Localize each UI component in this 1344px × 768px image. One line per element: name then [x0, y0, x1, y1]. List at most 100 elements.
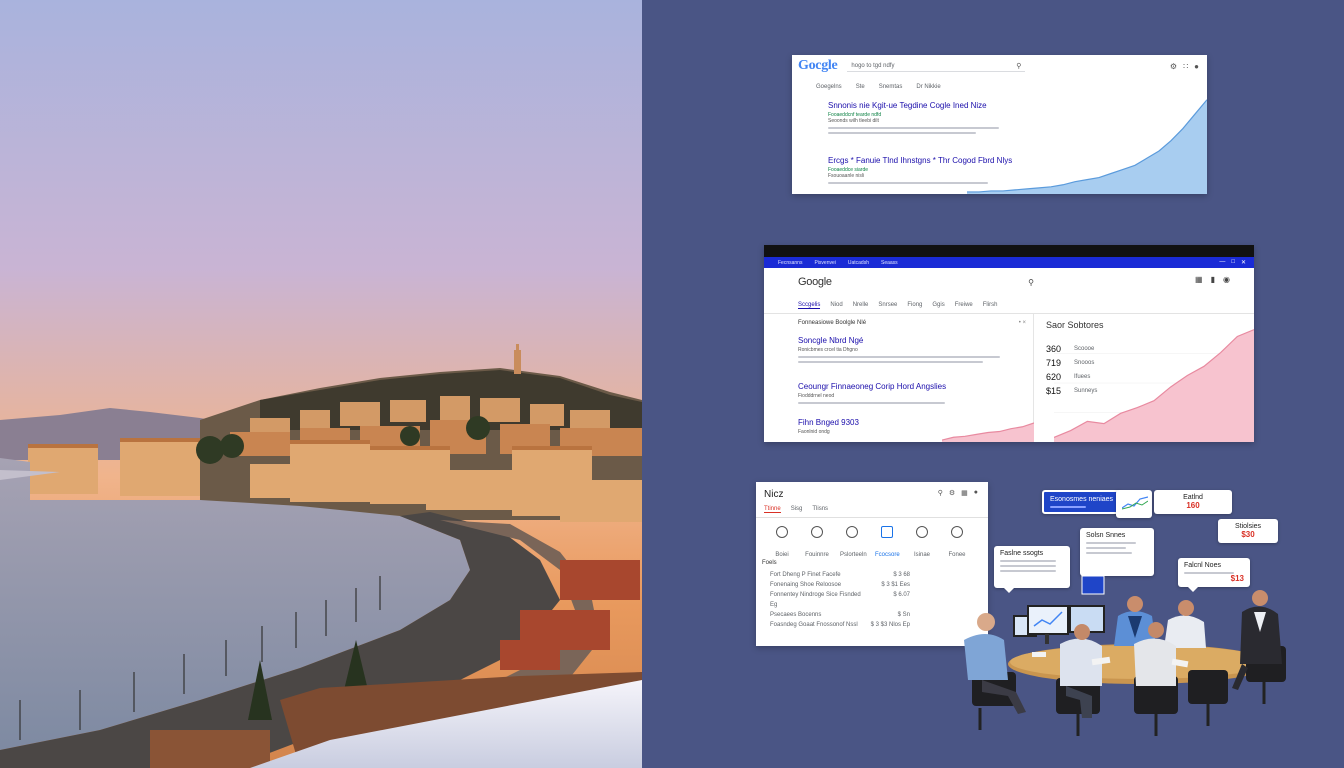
bubble-value: $13	[1230, 574, 1244, 583]
subnav-tab[interactable]: Niod	[830, 302, 842, 309]
search-icon[interactable]: ⚲	[1016, 62, 1021, 70]
account-icon[interactable]: ◉	[1223, 275, 1230, 284]
price-list: Fort Dheng P Finet Facefe $ 3 68 Fonenain…	[770, 572, 910, 632]
result-url[interactable]: Ronicbmes crcel tia Dhgno	[798, 347, 1008, 353]
people-icon	[916, 526, 928, 538]
search-input[interactable]: hogo to tgd ndfy ⚲	[847, 60, 1026, 72]
browser-tabs: Fecnsanns Pisvenvei Uatcadsh Seaass — □ …	[764, 257, 1254, 268]
result-url[interactable]: Fiodddrnel neod	[798, 393, 1008, 399]
price-row[interactable]: Eg	[770, 602, 910, 612]
bubble-title: Stiolsies	[1234, 523, 1262, 530]
result-title[interactable]: Ceoungr Finnaeoneg Corip Hord Angslies	[798, 382, 1008, 391]
browser-tab[interactable]: Seaass	[881, 260, 898, 266]
bubble-line	[1000, 565, 1056, 567]
price-row[interactable]: Fonenaing Shoe Reloosoe $ 3 $1 Ees	[770, 582, 910, 592]
meeting-illustration: Esonosmes neniaes Eatlnd 160 Stiolsies $…	[942, 482, 1344, 768]
meeting-scene	[964, 575, 1286, 736]
price-item: Fort Dheng P Finet Facefe	[770, 572, 841, 578]
grid-icon[interactable]: ▦	[1195, 275, 1203, 284]
subnav-tab[interactable]: Fiong	[907, 302, 922, 309]
close-icon[interactable]: • ×	[1019, 320, 1026, 326]
chart-thumbnail	[1116, 490, 1152, 518]
apps-icon[interactable]: ∷	[1183, 62, 1188, 71]
price-item: Psecaees Bocenns	[770, 612, 822, 618]
calendar-icon	[776, 526, 788, 538]
bubble-line	[1086, 552, 1132, 554]
settings-icon[interactable]: ⚙	[1170, 62, 1177, 71]
area-chart-mini	[942, 422, 1034, 442]
bubble-value: 160	[1186, 501, 1200, 510]
chat-bubble: Esonosmes neniaes	[1042, 490, 1122, 514]
subnav-tab[interactable]: Sccgelis	[798, 302, 821, 309]
google-logo[interactable]: Google	[798, 276, 832, 288]
price-row[interactable]: Fort Dheng P Finet Facefe $ 3 68	[770, 572, 910, 582]
search-results-card-top: Gocgle hogo to tgd ndfy ⚲ ⚙ ∷ ● Goegelns…	[792, 55, 1207, 194]
account-icon[interactable]: ●	[1194, 62, 1199, 71]
card-tab[interactable]: Ttinne	[764, 506, 781, 513]
result-title[interactable]: Soncgle Nbrd Ngé	[798, 336, 1008, 345]
subnav-tab[interactable]: Snrsee	[878, 302, 897, 309]
card-tab[interactable]: Sisg	[791, 506, 803, 513]
price-value: $ Sn	[897, 612, 910, 618]
area-chart-pink	[1054, 329, 1254, 442]
globe-icon	[846, 526, 858, 538]
chat-bubble: Faslne ssogts	[994, 546, 1070, 593]
price-row[interactable]: Fonnentey Nindroge Sice Fisnded $ 6.07	[770, 592, 910, 602]
chat-bubble: Solsn Snnes	[1080, 528, 1154, 581]
nav-tab[interactable]: Snemtas	[879, 84, 903, 90]
category-item[interactable]: Fouinnre	[805, 526, 829, 561]
search-nav: Goegelns Ste Snemtas Dr Nikkie	[816, 84, 941, 90]
line-chart-icon	[1121, 496, 1149, 510]
results-column: Fonneasiowe Boolgle Nlé • × Soncgle Nbrd…	[764, 314, 1034, 442]
snippet-line	[828, 132, 977, 134]
bubble-title: Eatlnd	[1183, 494, 1203, 501]
browser-tab[interactable]: Fecnsanns	[778, 260, 802, 266]
price-value: $ 3 $3 Nlos Ep	[870, 622, 910, 628]
category-item[interactable]: Boiei	[770, 526, 794, 561]
clock-icon	[811, 526, 823, 538]
category-item[interactable]: Pslorteeln	[840, 526, 867, 561]
category-item[interactable]: Isinae	[910, 526, 934, 561]
bubble-value: $30	[1241, 530, 1255, 539]
window-chrome	[764, 245, 1254, 257]
minimize-icon[interactable]: —	[1219, 259, 1225, 266]
nav-tab[interactable]: Dr Nikkie	[916, 84, 940, 90]
search-icon[interactable]: ⚲	[1028, 278, 1034, 287]
coastline-photo	[0, 0, 642, 768]
category-item[interactable]: Fcocsore	[875, 526, 900, 561]
snippet-line	[798, 402, 945, 404]
category-label: Pslorteeln	[840, 552, 867, 558]
browser-tab[interactable]: Pisvenvei	[814, 260, 835, 266]
bubble-line	[1086, 547, 1126, 549]
search-header: Google ⚲	[798, 276, 1034, 288]
close-icon[interactable]: ✕	[1241, 259, 1246, 266]
category-label: Fcocsore	[875, 552, 900, 558]
maximize-icon[interactable]: □	[1231, 259, 1235, 266]
browser-tab[interactable]: Uatcadsh	[848, 260, 869, 266]
price-value: $ 6.07	[893, 592, 910, 598]
subnav-tab[interactable]: Freiwe	[955, 302, 973, 309]
bell-icon[interactable]: ▮	[1211, 275, 1215, 284]
chat-bubble: Falcnl Noes $13	[1178, 558, 1250, 592]
price-value: $ 3 68	[893, 572, 910, 578]
bubble-line	[1050, 506, 1086, 508]
google-logo[interactable]: Gocgle	[798, 58, 838, 74]
search-result: Ceoungr Finnaeoneg Corip Hord Angslies F…	[798, 382, 1008, 404]
nav-tab[interactable]: Goegelns	[816, 84, 842, 90]
search-subnav: Sccgelis Niod Nrelle Snrsee Fiong Ggis F…	[798, 302, 997, 309]
subnav-tab[interactable]: Flirsh	[983, 302, 998, 309]
price-row[interactable]: Psecaees Bocenns $ Sn	[770, 612, 910, 622]
nav-tab[interactable]: Ste	[856, 84, 865, 90]
results-header: Fonneasiowe Boolgle Nlé	[798, 320, 867, 326]
search-results-card-middle: Fecnsanns Pisvenvei Uatcadsh Seaass — □ …	[764, 245, 1254, 442]
subnav-tab[interactable]: Nrelle	[853, 302, 869, 309]
price-row[interactable]: Foasndeg Goaat Fnossonof Nssl $ 3 $3 Nlos…	[770, 622, 910, 632]
bubble-title: Esonosmes neniaes	[1050, 496, 1114, 503]
bubble-title: Solsn Snnes	[1086, 532, 1126, 539]
subnav-tab[interactable]: Ggis	[932, 302, 944, 309]
price-item: Fonenaing Shoe Reloosoe	[770, 582, 842, 588]
card-tab[interactable]: Tlisns	[812, 506, 828, 513]
area-chart-blue	[967, 99, 1207, 194]
snippet-line	[798, 361, 983, 363]
section-title: Foels	[762, 560, 777, 566]
